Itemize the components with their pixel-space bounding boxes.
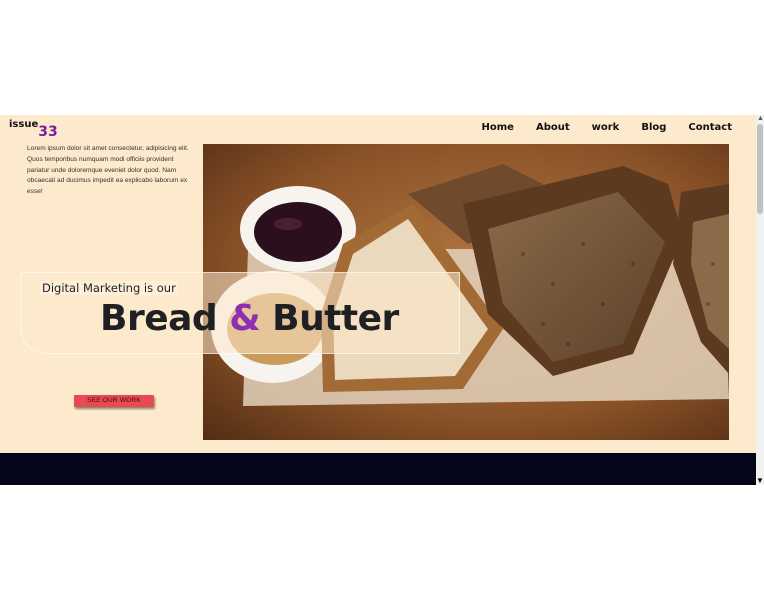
nav-link-work[interactable]: work [592,122,620,133]
intro-paragraph: Lorem ipsum dolor sit amet consectetur, … [27,145,189,196]
headline-bread: Bread [100,298,230,339]
vertical-scrollbar[interactable]: ▲ ▼ [756,115,764,485]
logo-word: issue [9,119,39,130]
logo-number: 33 [38,124,58,140]
main-nav: Home About work Blog Contact [482,122,732,133]
headline-ampersand: & [229,298,261,339]
scroll-down-arrow-icon[interactable]: ▼ [756,477,764,485]
nav-link-contact[interactable]: Contact [688,122,732,133]
scroll-thumb[interactable] [757,124,763,214]
footer-band [0,453,756,485]
hero-headline: Bread & Butter [100,298,399,339]
page-frame: issue33 Home About work Blog Contact Lor… [0,115,756,485]
see-our-work-button[interactable]: SEE OUR WORK [74,395,154,407]
site-logo[interactable]: issue33 [9,119,58,140]
scroll-up-arrow-icon[interactable]: ▲ [757,115,764,123]
nav-link-home[interactable]: Home [482,122,514,133]
nav-link-blog[interactable]: Blog [641,122,666,133]
nav-link-about[interactable]: About [536,122,570,133]
hero-tagline: Digital Marketing is our [40,281,178,295]
headline-butter: Butter [260,298,399,339]
